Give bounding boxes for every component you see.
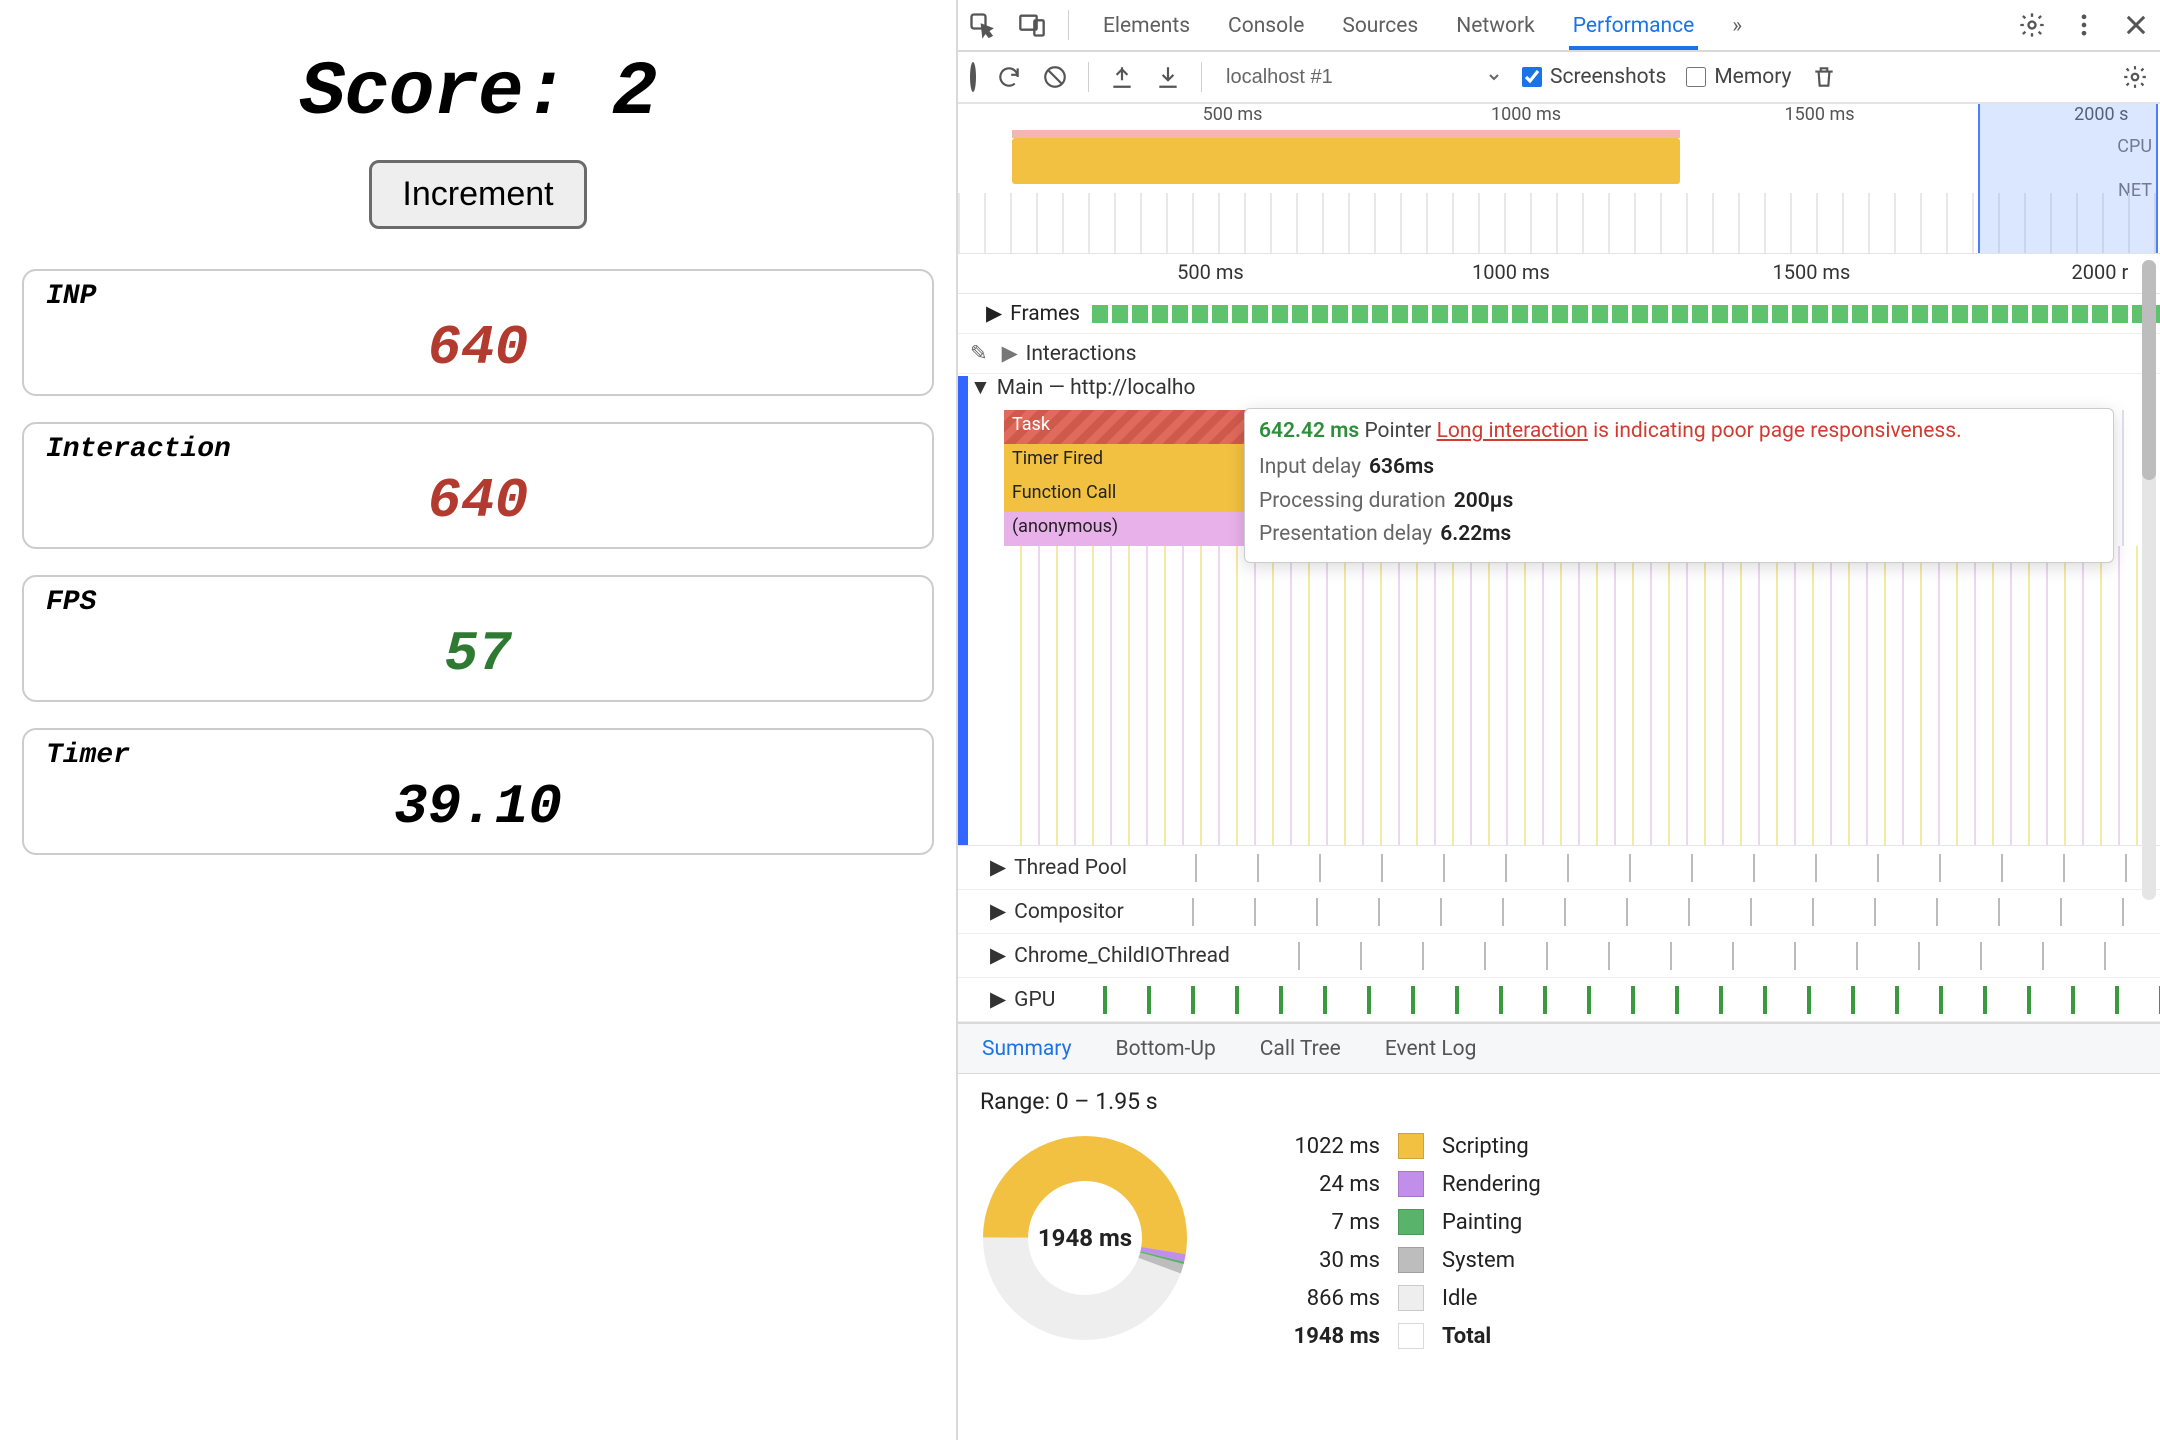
compositor-track[interactable]: ▶ Compositor — [958, 890, 2160, 934]
save-profile-icon[interactable] — [1155, 64, 1181, 90]
legend-scripting: 1022 msScripting — [1250, 1133, 1541, 1159]
inspect-icon[interactable] — [968, 11, 996, 39]
interactions-label: Interactions — [1026, 342, 1137, 366]
overview-cpu-activity — [1012, 138, 1680, 184]
performance-toolbar: localhost #1 Screenshots Memory — [958, 52, 2160, 104]
screenshots-checkbox-input[interactable] — [1522, 67, 1542, 87]
score-value: 2 — [612, 50, 657, 136]
tab-event-log[interactable]: Event Log — [1383, 1029, 1479, 1069]
details-tabbar: Summary Bottom-Up Call Tree Event Log — [958, 1022, 2160, 1074]
childio-expand-icon[interactable]: ▶ — [990, 943, 1006, 968]
compositor-label: Compositor — [1014, 900, 1124, 924]
tab-call-tree[interactable]: Call Tree — [1258, 1029, 1343, 1069]
card-inp-label: INP — [46, 281, 910, 312]
interaction-tooltip: 642.42 ms Pointer Long interaction is in… — [1244, 408, 2114, 563]
tooltip-processing: Processing duration200µs — [1259, 485, 2099, 519]
score-heading: Score: 2 — [22, 50, 934, 136]
gpu-expand-icon[interactable]: ▶ — [990, 987, 1006, 1012]
close-devtools-icon[interactable] — [2122, 11, 2150, 39]
kebab-menu-icon[interactable] — [2070, 11, 2098, 39]
vertical-scrollbar[interactable] — [2142, 260, 2156, 900]
interactions-track[interactable]: ✎ ▶ Interactions — [958, 334, 2160, 374]
tooltip-duration: 642.42 ms — [1259, 419, 1359, 443]
scrollbar-thumb[interactable] — [2142, 260, 2156, 480]
track-gutter — [958, 376, 968, 845]
main-label: Main — http://localho — [997, 376, 1196, 400]
legend-painting: 7 msPainting — [1250, 1209, 1541, 1235]
card-inp-value: 640 — [46, 316, 910, 380]
summary-pane: Range: 0 – 1.95 s 1948 ms 1022 msScripti… — [958, 1074, 2160, 1363]
timeline-overview[interactable]: 500 ms 1000 ms 1500 ms 2000 s CPU NET — [958, 104, 2160, 254]
card-timer: Timer 39.10 — [22, 728, 934, 855]
tab-bottom-up[interactable]: Bottom-Up — [1114, 1029, 1218, 1069]
tab-console[interactable]: Console — [1224, 4, 1308, 46]
summary-legend: 1022 msScripting 24 msRendering 7 msPain… — [1250, 1133, 1541, 1349]
tab-summary[interactable]: Summary — [980, 1029, 1074, 1069]
tab-network[interactable]: Network — [1452, 4, 1539, 46]
tab-performance[interactable]: Performance — [1569, 4, 1698, 46]
clear-icon[interactable] — [1042, 64, 1068, 90]
card-inp: INP 640 — [22, 269, 934, 396]
card-timer-value: 39.10 — [46, 775, 910, 839]
edit-icon[interactable]: ✎ — [970, 341, 988, 366]
legend-system: 30 msSystem — [1250, 1247, 1541, 1273]
capture-settings-icon[interactable] — [2122, 64, 2148, 90]
devtools-settings-icon[interactable] — [2018, 11, 2046, 39]
gpu-track[interactable]: ▶ GPU — [958, 978, 2160, 1022]
card-interaction-value: 640 — [46, 469, 910, 533]
tab-sources[interactable]: Sources — [1338, 4, 1422, 46]
devtools-tabbar: Elements Console Sources Network Perform… — [958, 0, 2160, 52]
frames-track[interactable]: ▶ Frames — [958, 294, 2160, 334]
card-fps: FPS 57 — [22, 575, 934, 702]
childio-track[interactable]: ▶ Chrome_ChildIOThread — [958, 934, 2160, 978]
reload-record-icon[interactable] — [996, 64, 1022, 90]
tooltip-presentation: Presentation delay6.22ms — [1259, 518, 2099, 552]
flame-ruler[interactable]: 500 ms 1000 ms 1500 ms 2000 r — [958, 254, 2160, 294]
devtools-panel: Elements Console Sources Network Perform… — [956, 0, 2160, 1440]
tooltip-long-interaction-link[interactable]: Long interaction — [1437, 419, 1588, 443]
record-button[interactable] — [970, 65, 976, 89]
summary-range: Range: 0 – 1.95 s — [980, 1088, 2138, 1115]
gc-icon[interactable] — [1811, 64, 1837, 90]
increment-button[interactable]: Increment — [369, 160, 586, 229]
tabs-overflow[interactable]: » — [1728, 4, 1746, 46]
tab-elements[interactable]: Elements — [1099, 4, 1194, 46]
card-timer-label: Timer — [46, 740, 910, 771]
summary-donut: 1948 ms — [980, 1133, 1190, 1343]
overview-selection-handle[interactable] — [1978, 104, 2158, 253]
card-fps-value: 57 — [46, 622, 910, 686]
memory-checkbox[interactable]: Memory — [1686, 65, 1791, 89]
device-toggle-icon[interactable] — [1018, 11, 1046, 39]
score-label: Score: — [300, 50, 568, 136]
load-profile-icon[interactable] — [1109, 64, 1135, 90]
card-fps-label: FPS — [46, 587, 910, 618]
memory-checkbox-input[interactable] — [1686, 67, 1706, 87]
legend-rendering: 24 msRendering — [1250, 1171, 1541, 1197]
legend-idle: 866 msIdle — [1250, 1285, 1541, 1311]
app-page: Score: 2 Increment INP 640 Interaction 6… — [0, 0, 956, 1440]
target-select[interactable]: localhost #1 — [1222, 65, 1502, 89]
compositor-expand-icon[interactable]: ▶ — [990, 899, 1006, 924]
main-expand-icon[interactable]: ▼ — [970, 376, 991, 400]
tooltip-kind: Pointer — [1364, 419, 1431, 443]
screenshots-checkbox[interactable]: Screenshots — [1522, 65, 1666, 89]
flame-micro-activity[interactable] — [1004, 546, 2150, 845]
frames-label: Frames — [1010, 302, 1080, 326]
thread-pool-track[interactable]: ▶ Thread Pool — [958, 846, 2160, 890]
tooltip-msg: is indicating poor page responsiveness. — [1593, 419, 1962, 443]
tooltip-input-delay: Input delay636ms — [1259, 451, 2099, 485]
threadpool-expand-icon[interactable]: ▶ — [990, 855, 1006, 880]
frames-expand-icon[interactable]: ▶ — [986, 301, 1002, 326]
interactions-expand-icon[interactable]: ▶ — [1002, 341, 1018, 366]
gpu-label: GPU — [1014, 988, 1055, 1012]
threadpool-label: Thread Pool — [1014, 856, 1127, 880]
childio-label: Chrome_ChildIOThread — [1014, 944, 1230, 968]
legend-total: 1948 msTotal — [1250, 1323, 1541, 1349]
donut-center-value: 1948 ms — [980, 1133, 1190, 1343]
card-interaction-label: Interaction — [46, 434, 910, 465]
card-interaction: Interaction 640 — [22, 422, 934, 549]
